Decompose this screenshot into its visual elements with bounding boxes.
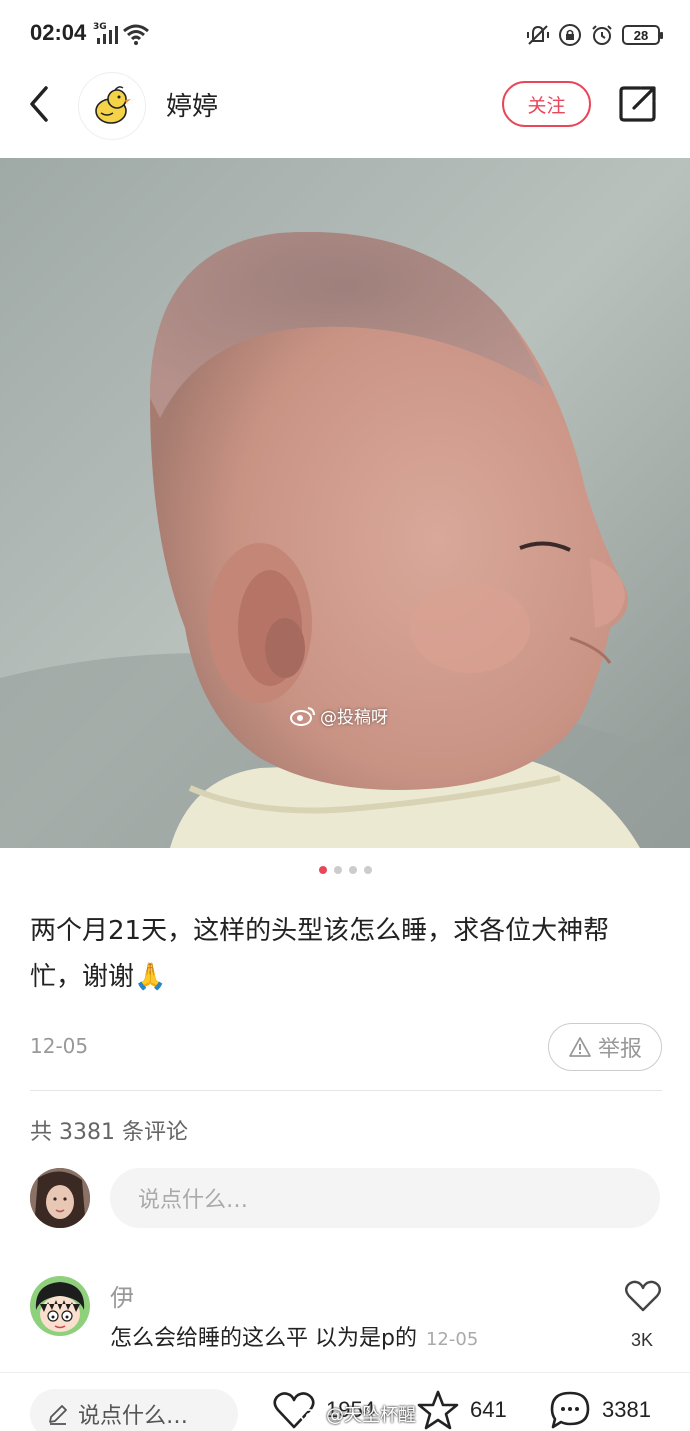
pencil-icon bbox=[49, 1405, 67, 1425]
battery-icon: 28 bbox=[622, 25, 663, 45]
pagination-dot[interactable] bbox=[348, 866, 357, 874]
bottom-watermark-text: @天坠杯醒 bbox=[326, 1405, 416, 1426]
comment-date: 12-05 bbox=[425, 1329, 479, 1350]
status-bar: 02:04 3G 28 bbox=[0, 0, 690, 70]
post-text: 两个月21天，这样的头型该怎么睡，求各位大神帮忙，谢谢🙏 bbox=[30, 908, 660, 1000]
comment-bubble-icon bbox=[550, 1391, 590, 1429]
report-label: 举报 bbox=[597, 1037, 642, 1062]
comment-action[interactable]: 3381 bbox=[548, 1389, 651, 1431]
pagination-dot[interactable] bbox=[333, 866, 342, 874]
post-photo[interactable]: @投稿呀 bbox=[0, 158, 690, 848]
photo-watermark: @投稿呀 bbox=[290, 703, 388, 728]
comment-input[interactable]: 说点什么… bbox=[110, 1168, 660, 1228]
weibo-icon bbox=[300, 1409, 319, 1423]
photo-watermark-text: @投稿呀 bbox=[320, 708, 388, 728]
status-time: 02:04 bbox=[30, 20, 87, 45]
bottom-action-bar: 说点什么… 1954 641 3381 @天坠杯醒 bbox=[0, 1372, 690, 1431]
my-avatar bbox=[30, 1168, 90, 1228]
pagination-dot-active[interactable] bbox=[318, 866, 327, 874]
bottom-input-placeholder: 说点什么… bbox=[78, 1404, 189, 1429]
lock-rotation-icon bbox=[559, 24, 581, 46]
author-avatar[interactable] bbox=[78, 72, 146, 140]
share-icon[interactable] bbox=[618, 84, 658, 124]
baby-photo bbox=[0, 158, 690, 848]
star-count: 641 bbox=[470, 1397, 507, 1422]
vibrate-icon bbox=[527, 25, 549, 45]
follow-button[interactable]: 关注 bbox=[502, 81, 591, 127]
star-icon bbox=[417, 1390, 459, 1430]
post-header: 婷婷 关注 bbox=[0, 70, 690, 158]
bottom-watermark: @天坠杯醒 bbox=[300, 1401, 416, 1427]
warning-icon bbox=[569, 1037, 591, 1057]
star-action[interactable]: 641 bbox=[416, 1389, 507, 1431]
heart-icon[interactable] bbox=[624, 1278, 662, 1314]
bottom-comment-input[interactable]: 说点什么… bbox=[30, 1389, 238, 1431]
comment-body: 怎么会给睡的这么平 以为是p的 bbox=[110, 1326, 417, 1351]
commenter-name[interactable]: 伊 bbox=[110, 1278, 134, 1313]
signal-icon bbox=[97, 26, 118, 44]
divider bbox=[30, 1090, 662, 1091]
wifi-icon bbox=[123, 24, 149, 45]
duck-avatar-icon bbox=[95, 86, 131, 124]
pagination-dot[interactable] bbox=[363, 866, 372, 874]
cartoon-avatar-icon bbox=[30, 1276, 90, 1336]
comment-text: 怎么会给睡的这么平 以为是p的 12-05 bbox=[110, 1320, 478, 1352]
photo-pagination bbox=[0, 866, 690, 874]
back-icon[interactable] bbox=[22, 84, 58, 124]
status-right-icons: 28 bbox=[526, 21, 663, 49]
weibo-icon bbox=[290, 706, 315, 726]
commenter-avatar[interactable] bbox=[30, 1276, 90, 1336]
post-body: 两个月21天，这样的头型该怎么睡，求各位大神帮忙，谢谢 bbox=[30, 916, 610, 992]
alarm-icon bbox=[592, 25, 612, 45]
comment-count: 共 3381 条评论 bbox=[30, 1120, 188, 1145]
pray-emoji: 🙏 bbox=[134, 962, 167, 992]
comment-like-count: 3K bbox=[631, 1330, 654, 1350]
post-date: 12-05 bbox=[30, 1034, 89, 1058]
user-avatar-photo bbox=[30, 1168, 90, 1228]
author-name[interactable]: 婷婷 bbox=[166, 86, 218, 123]
comment-total: 3381 bbox=[602, 1397, 651, 1422]
report-button[interactable]: 举报 bbox=[548, 1023, 662, 1071]
